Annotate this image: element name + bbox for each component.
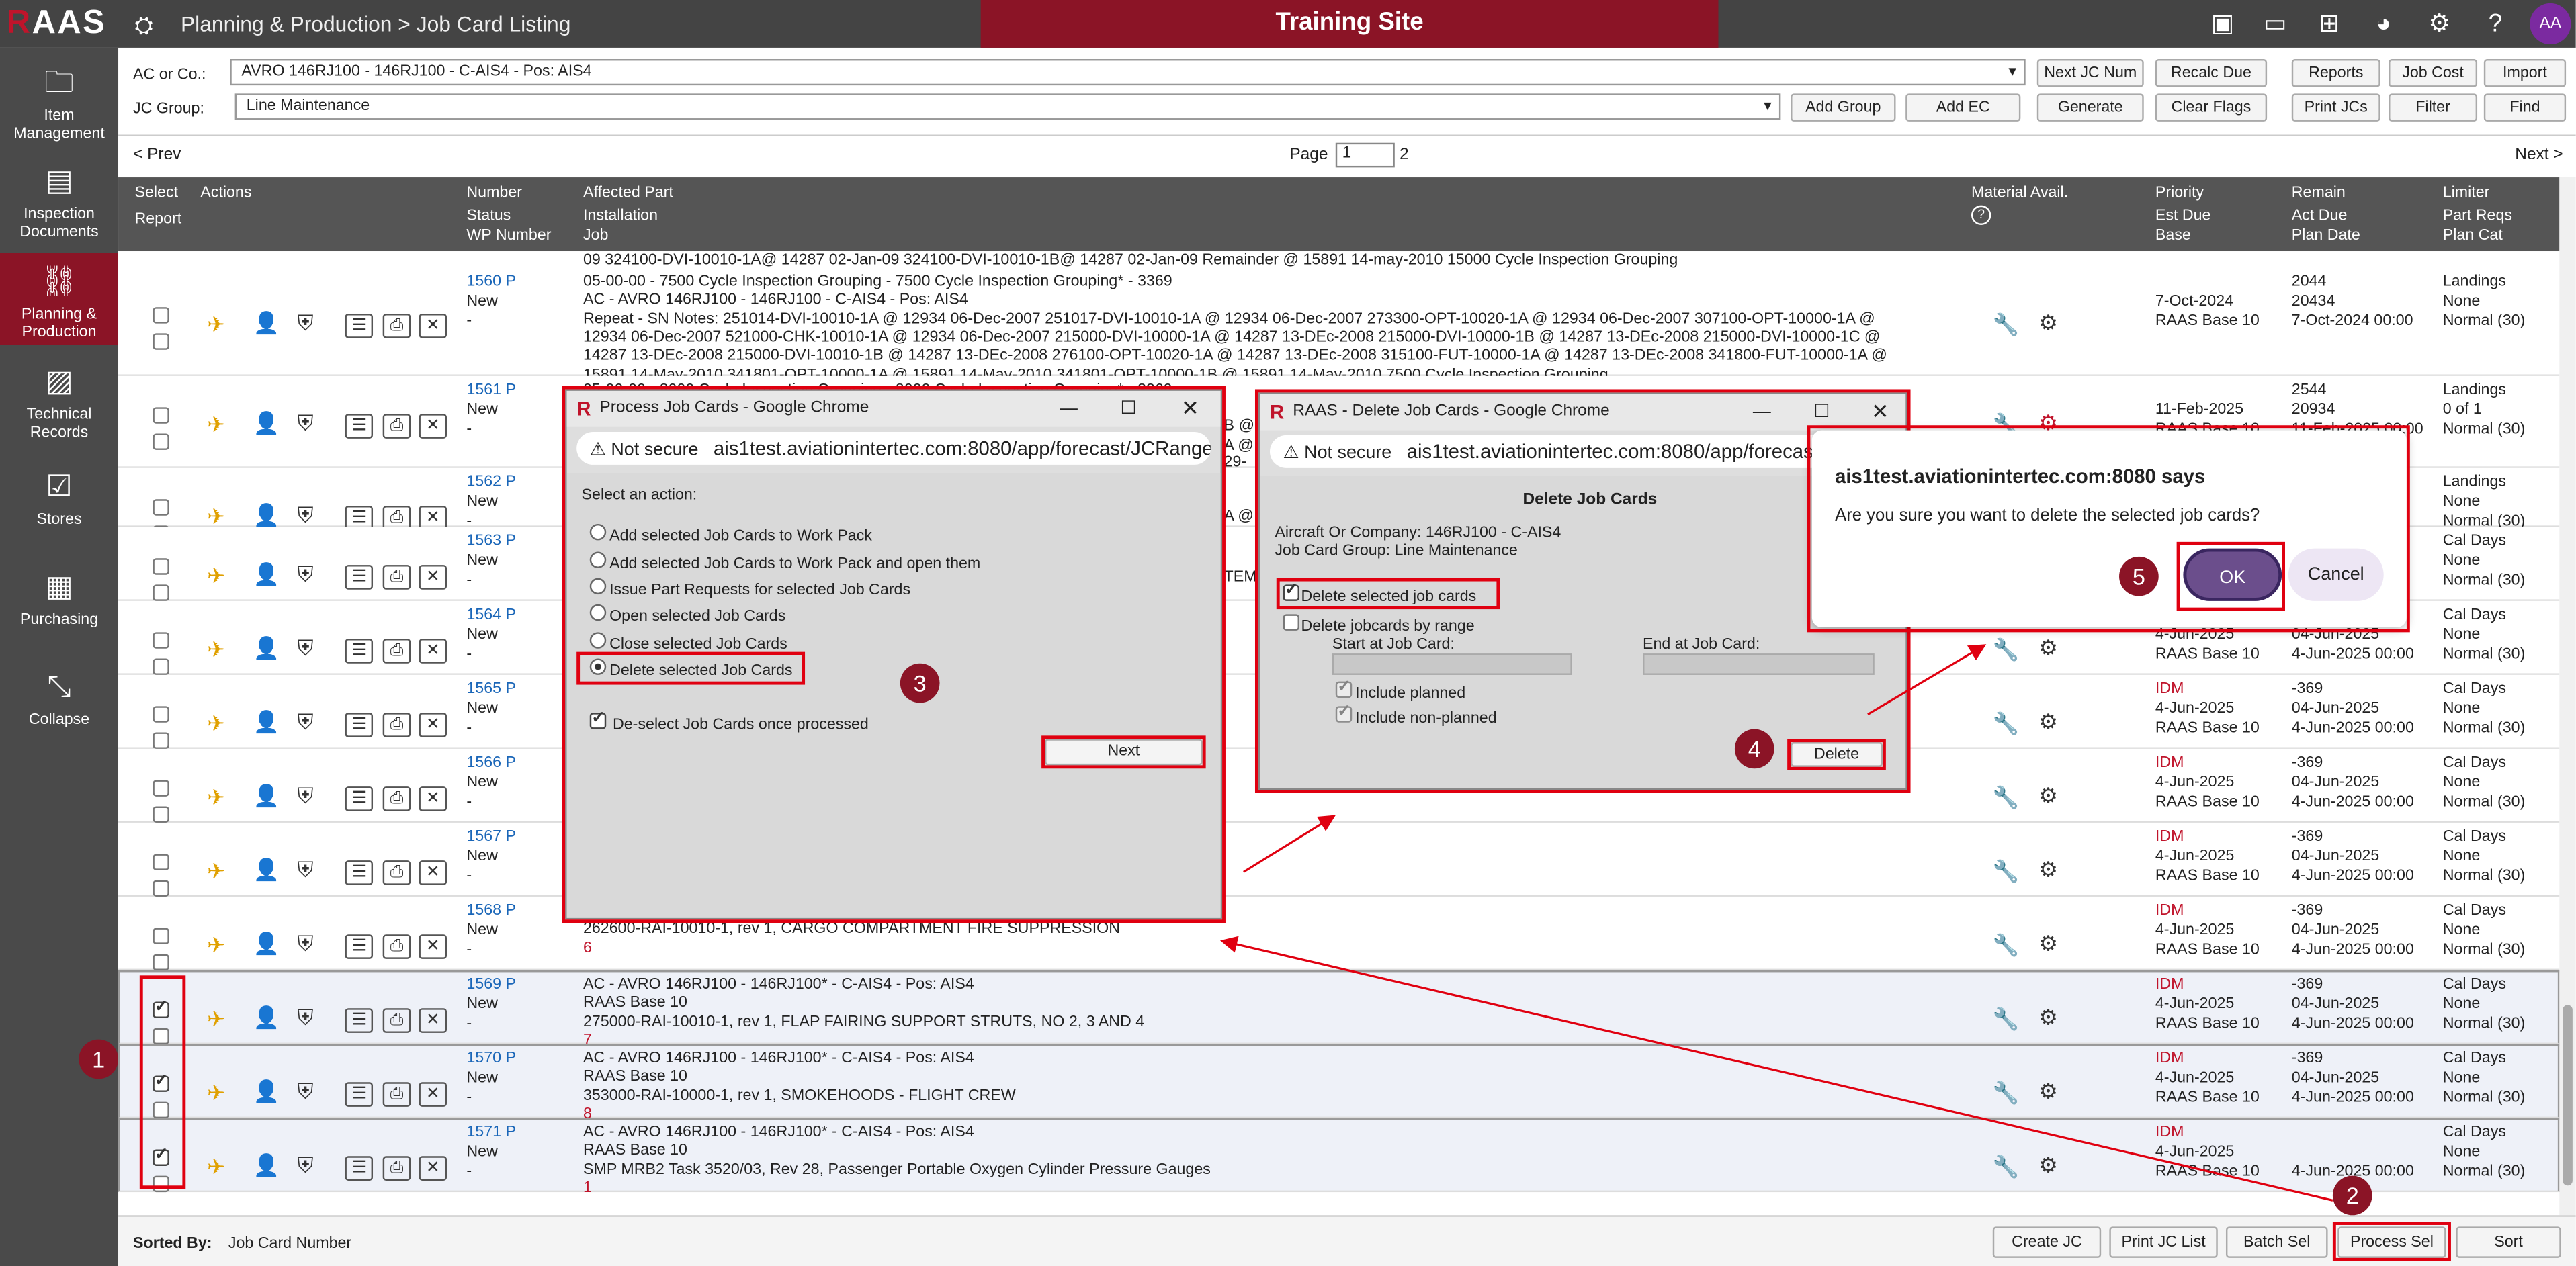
step-badge-3: 3 xyxy=(900,663,940,703)
step-badge-1: 1 xyxy=(79,1039,119,1079)
annotation-arrows xyxy=(1219,644,2333,1202)
step-badge-2: 2 xyxy=(2332,1175,2372,1216)
step-badge-4: 4 xyxy=(1734,729,1774,769)
step-badge-5: 5 xyxy=(2119,556,2159,596)
